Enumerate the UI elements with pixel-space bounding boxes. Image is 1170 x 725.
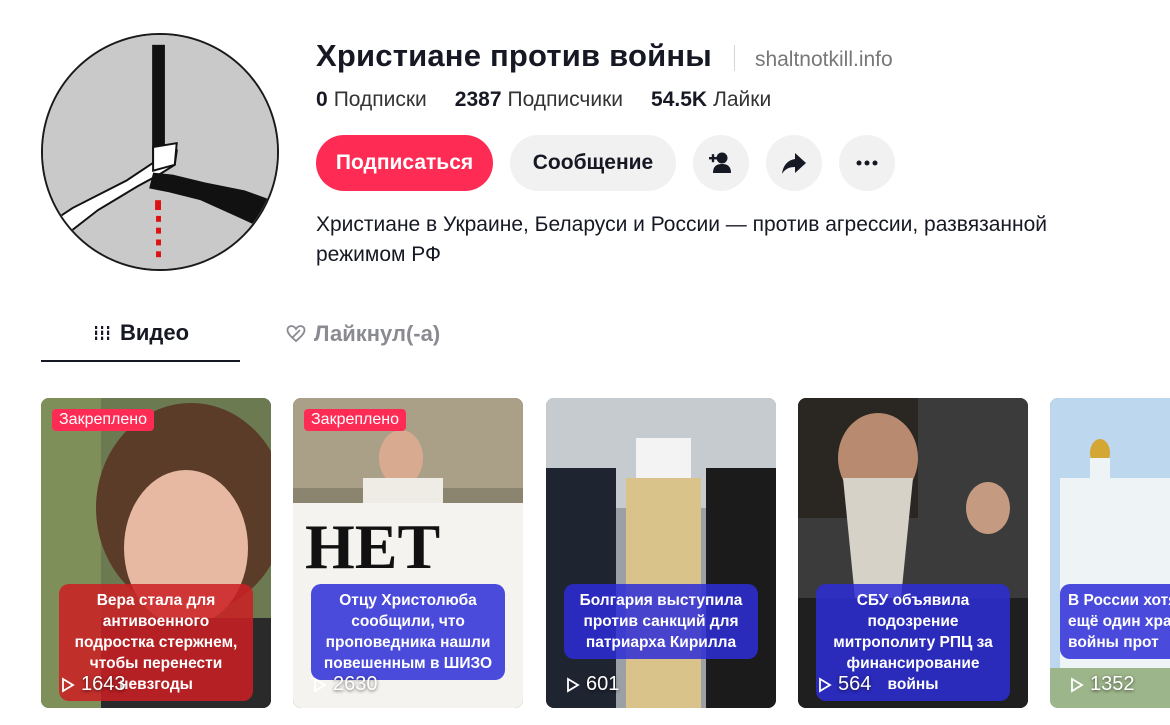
tab-liked[interactable]: Лайкнул(-а) (286, 306, 440, 362)
add-friend-button[interactable] (693, 135, 749, 191)
play-icon (1071, 676, 1084, 693)
view-count: 601 (566, 673, 619, 696)
share-button[interactable] (766, 135, 822, 191)
avatar-logo-image (43, 35, 277, 269)
profile-website-link[interactable]: shaltnotkill.info (755, 48, 893, 72)
profile-header: Христиане против войны shaltnotkill.info… (316, 38, 1166, 266)
profile-name: Христиане против войны (316, 38, 712, 73)
video-caption: Отцу Христолюба сообщили, что проповедни… (311, 584, 505, 680)
tab-videos[interactable]: Видео (41, 306, 240, 362)
video-card[interactable]: Закреплено Вера стала для антивоенного п… (41, 398, 271, 708)
pinned-badge: Закреплено (304, 409, 406, 431)
video-caption: Болгария выступила против санкций для па… (564, 584, 758, 659)
profile-avatar[interactable] (41, 33, 279, 271)
stat-following-label: Подписки (333, 88, 427, 111)
profile-tabs: Видео Лайкнул(-а) (41, 306, 1170, 362)
view-count: 564 (818, 673, 871, 696)
video-grid: Закреплено Вера стала для антивоенного п… (41, 398, 1170, 708)
video-caption: В России хотя ещё один храм войны прот (1060, 584, 1170, 659)
stat-likes-label: Лайки (713, 88, 772, 111)
view-count-value: 564 (838, 673, 872, 695)
video-card[interactable]: НЕТ Закреплено Отцу Христолюба сообщили,… (293, 398, 523, 708)
follow-button[interactable]: Подписаться (316, 135, 493, 191)
tab-videos-label: Видео (119, 320, 190, 345)
profile-actions: Подписаться Сообщение (316, 135, 895, 191)
video-card[interactable]: В России хотя ещё один храм войны прот 1… (1050, 398, 1170, 708)
more-button[interactable] (839, 135, 895, 191)
tab-liked-label: Лайкнул(-а) (314, 321, 441, 346)
add-friend-icon (709, 152, 731, 173)
play-icon (314, 676, 327, 693)
play-icon (567, 676, 580, 693)
more-icon (856, 160, 878, 166)
view-count-value: 2630 (333, 673, 378, 695)
stat-following-value: 0 (316, 88, 328, 111)
stat-likes: 54.5K Лайки (651, 88, 771, 112)
view-count-value: 1643 (81, 673, 126, 695)
view-count-value: 601 (586, 673, 620, 695)
view-count-value: 1352 (1090, 673, 1135, 695)
message-button[interactable]: Сообщение (510, 135, 676, 191)
video-card[interactable]: СБУ объявила подозрение митрополиту РПЦ … (798, 398, 1028, 708)
play-icon (819, 676, 832, 693)
pinned-badge: Закреплено (52, 409, 154, 431)
stat-followers[interactable]: 2387 Подписчики (455, 88, 623, 112)
profile-bio: Христиане в Украине, Беларуси и России —… (316, 213, 1047, 266)
view-count: 2630 (313, 673, 378, 696)
video-thumbnail (546, 398, 776, 708)
view-count: 1352 (1070, 673, 1135, 696)
share-icon (782, 153, 806, 174)
stat-followers-label: Подписчики (507, 88, 624, 111)
play-icon (62, 676, 75, 693)
title-divider (733, 45, 735, 71)
view-count: 1643 (61, 673, 126, 696)
stat-followers-value: 2387 (454, 88, 502, 111)
profile-stats: 0 Подписки 2387 Подписчики 54.5K Лайки (316, 88, 771, 112)
video-card[interactable]: Болгария выступила против санкций для па… (546, 398, 776, 708)
stat-likes-value: 54.5K (651, 88, 708, 111)
video-thumbnail (1050, 398, 1170, 708)
liked-heart-icon (286, 325, 306, 343)
stat-following[interactable]: 0 Подписки (316, 88, 427, 112)
svg-text:НЕТ: НЕТ (305, 511, 440, 582)
grid-icon (92, 326, 111, 340)
